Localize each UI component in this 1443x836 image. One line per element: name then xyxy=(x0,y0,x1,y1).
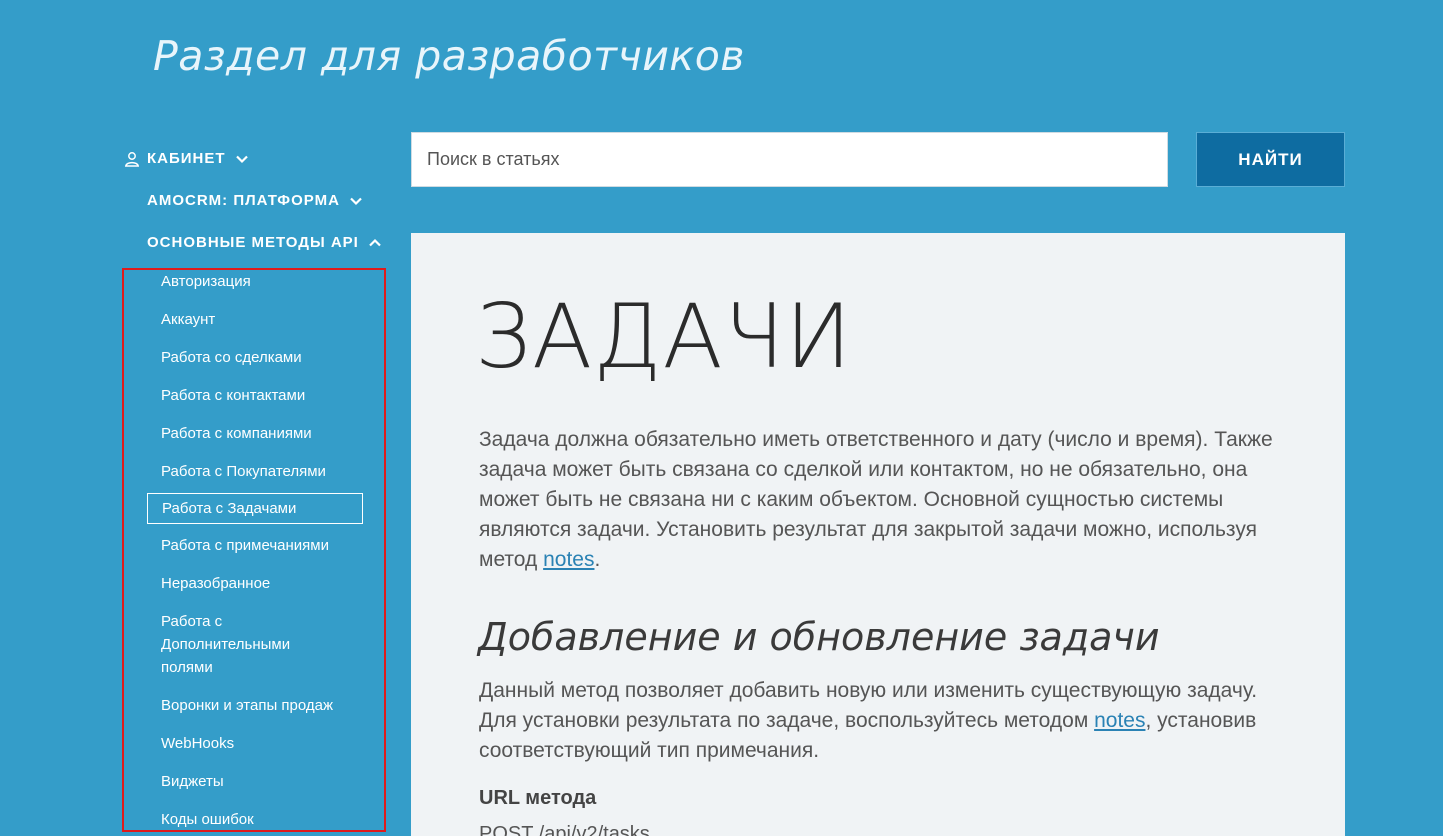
nav-cabinet-label: КАБИНЕТ xyxy=(147,150,226,167)
nav-cabinet[interactable]: КАБИНЕТ xyxy=(124,150,249,167)
submenu-item-error-codes[interactable]: Коды ошибок xyxy=(161,808,361,831)
chevron-up-icon xyxy=(369,238,381,246)
notes-link[interactable]: notes xyxy=(543,548,594,571)
section-paragraph: Данный метод позволяет добавить новую ил… xyxy=(479,676,1279,766)
chevron-down-icon xyxy=(350,197,362,205)
submenu-item-custom-fields[interactable]: Работа с Дополнительными полями xyxy=(161,610,331,679)
nav-platform-label: AMOCRM: ПЛАТФОРМА xyxy=(147,192,340,209)
intro-paragraph: Задача должна обязательно иметь ответств… xyxy=(479,425,1279,575)
submenu-item-unsorted[interactable]: Неразобранное xyxy=(161,572,361,595)
submenu-item-widgets[interactable]: Виджеты xyxy=(161,770,361,793)
api-methods-submenu: Авторизация Аккаунт Работа со сделками Р… xyxy=(122,268,386,832)
nav-api-methods[interactable]: ОСНОВНЫЕ МЕТОДЫ API xyxy=(147,234,382,251)
submenu-item-customers[interactable]: Работа с Покупателями xyxy=(161,460,361,483)
page-title: ЗАДАЧИ xyxy=(475,285,853,388)
submenu-item-webhooks[interactable]: WebHooks xyxy=(161,732,361,755)
nav-platform[interactable]: AMOCRM: ПЛАТФОРМА xyxy=(147,192,363,209)
search-input[interactable] xyxy=(411,132,1168,187)
submenu-item-companies[interactable]: Работа с компаниями xyxy=(161,422,361,445)
user-icon xyxy=(124,151,140,167)
submenu-item-tasks[interactable]: Работа с Задачами xyxy=(147,493,363,524)
section-title: Добавление и обновление задачи xyxy=(478,615,1160,659)
submenu-item-account[interactable]: Аккаунт xyxy=(161,308,361,331)
submenu-item-pipelines[interactable]: Воронки и этапы продаж xyxy=(161,694,361,717)
submenu-item-contacts[interactable]: Работа с контактами xyxy=(161,384,361,407)
site-title: Раздел для разработчиков xyxy=(153,32,745,80)
intro-end: . xyxy=(594,548,601,571)
section-notes-link[interactable]: notes xyxy=(1094,709,1145,732)
chevron-down-icon xyxy=(235,155,248,163)
submenu-item-authorization[interactable]: Авторизация xyxy=(161,270,361,293)
search-button[interactable]: НАЙТИ xyxy=(1196,132,1345,187)
nav-api-methods-label: ОСНОВНЫЕ МЕТОДЫ API xyxy=(147,234,359,251)
url-method-value: POST /api/v2/tasks xyxy=(479,823,650,836)
article-content: ЗАДАЧИ Задача должна обязательно иметь о… xyxy=(411,233,1345,836)
submenu-item-leads[interactable]: Работа со сделками xyxy=(161,346,361,369)
url-method-title: URL метода xyxy=(479,787,597,809)
submenu-item-notes[interactable]: Работа с примечаниями xyxy=(161,534,361,557)
